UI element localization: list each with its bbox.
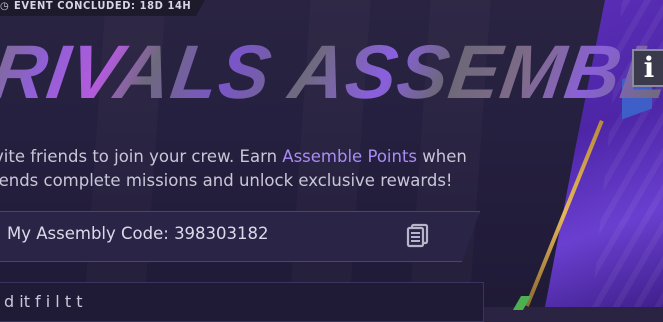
description-line2: iends complete missions and unlock exclu…	[0, 171, 453, 190]
event-banner: ◷ EVENT CONCLUDED: 18D 14H	[0, 0, 205, 16]
description-part2: when	[417, 147, 467, 166]
clock-icon: ◷	[0, 1, 9, 12]
next-section-text: d it f i l t t	[4, 292, 83, 311]
info-icon: i	[643, 51, 655, 84]
copy-icon[interactable]	[405, 222, 431, 248]
info-button[interactable]: i	[632, 49, 663, 87]
assemble-points-link[interactable]: Assemble Points	[282, 147, 417, 166]
assembly-code-text: My Assembly Code: 398303182	[7, 224, 269, 243]
description-part1: vite friends to join your crew. Earn	[0, 147, 283, 166]
event-status-text: EVENT CONCLUDED: 18D 14H	[14, 0, 192, 12]
description-text: vite friends to join your crew. Earn Ass…	[0, 145, 494, 193]
page-title: RIVALS ASSEMBLE!	[0, 28, 663, 118]
